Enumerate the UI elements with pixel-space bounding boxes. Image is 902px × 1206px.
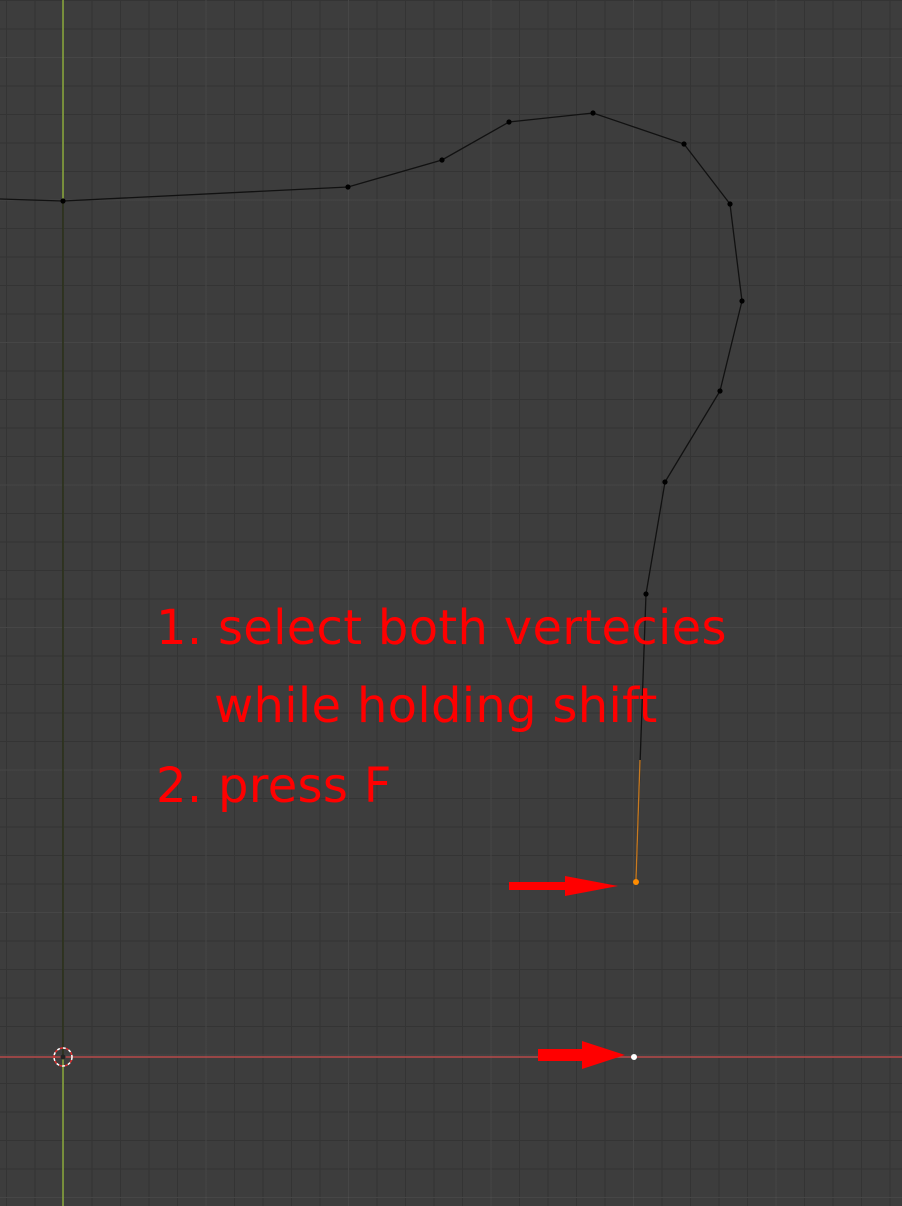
instruction-line-1: 1. select both vertecies: [156, 600, 727, 656]
vertex[interactable]: [717, 388, 723, 394]
vertex[interactable]: [739, 298, 745, 304]
3d-viewport[interactable]: 1. select both vertecies while holding s…: [0, 0, 902, 1206]
vertex[interactable]: [506, 119, 512, 125]
instruction-line-3: 2. press F: [156, 758, 392, 814]
selected-vertex[interactable]: [633, 879, 639, 885]
right-arrow-icon: [538, 1041, 625, 1069]
vertex[interactable]: [643, 591, 649, 597]
mesh-vertices: [60, 110, 745, 597]
vertex[interactable]: [727, 201, 733, 207]
vertex[interactable]: [439, 157, 445, 163]
vertex[interactable]: [590, 110, 596, 116]
vertex[interactable]: [345, 184, 351, 190]
vertex[interactable]: [662, 479, 668, 485]
instruction-line-2: while holding shift: [214, 678, 658, 734]
right-arrow-icon: [509, 876, 618, 896]
vertex[interactable]: [681, 141, 687, 147]
active-vertex[interactable]: [631, 1054, 637, 1060]
vertex[interactable]: [60, 198, 66, 204]
mesh-edge-selected: [635, 759, 641, 881]
